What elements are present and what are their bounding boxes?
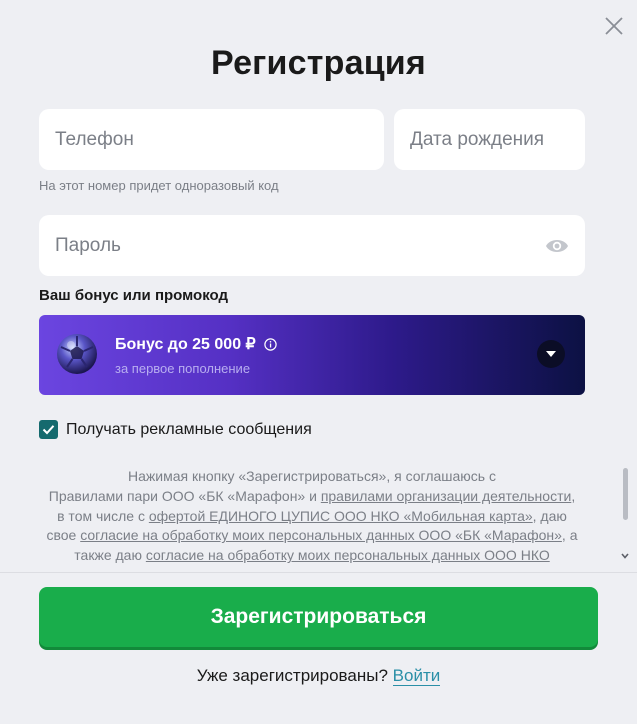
password-placeholder: Пароль — [55, 234, 121, 256]
terms-text-2: Правилами пари ООО «БК «Марафон» и — [48, 487, 321, 504]
terms-text-7: , а — [561, 527, 578, 544]
divider — [0, 572, 637, 573]
eye-icon[interactable] — [545, 237, 569, 255]
bonus-title: Бонус до 25 000 ₽ — [115, 334, 277, 354]
birthdate-placeholder: Дата рождения — [410, 128, 545, 150]
page-title: Регистрация — [211, 44, 426, 82]
login-prompt: Уже зарегистрированы? Войти — [0, 666, 637, 686]
scroll-down-icon[interactable] — [621, 552, 629, 560]
phone-input[interactable]: Телефон — [39, 109, 384, 170]
already-registered-text: Уже зарегистрированы? — [196, 666, 388, 685]
terms-scrollbar[interactable] — [621, 468, 629, 568]
terms-text-1: Нажимая кнопку «Зарегистрироваться», я с… — [128, 468, 496, 484]
terms-text-5: , даю — [532, 507, 567, 524]
bonus-dropdown-button[interactable] — [537, 340, 565, 368]
terms-text-8: также даю — [74, 547, 146, 564]
bonus-selector[interactable]: Бонус до 25 000 ₽ за первое пополнение — [39, 315, 585, 395]
close-icon[interactable] — [603, 15, 625, 37]
scroll-thumb[interactable] — [623, 468, 628, 520]
rules-link[interactable]: правилами организации деятельности — [321, 488, 572, 504]
bonus-title-text: Бонус до 25 000 ₽ — [115, 336, 256, 353]
checkmark-icon — [42, 425, 55, 435]
terms-text-6: свое — [46, 527, 81, 544]
bonus-heading: Ваш бонус или промокод — [39, 287, 228, 304]
register-button[interactable]: Зарегистрироваться — [39, 587, 598, 647]
birthdate-input[interactable]: Дата рождения — [394, 109, 585, 170]
bonus-subtitle: за первое пополнение — [115, 361, 251, 376]
info-icon[interactable] — [264, 337, 277, 351]
login-link[interactable]: Войти — [392, 666, 441, 686]
phone-placeholder: Телефон — [55, 128, 134, 150]
phone-hint: На этот номер придет одноразовый код — [39, 178, 279, 193]
chevron-down-icon — [546, 351, 556, 357]
terms-text-3: , — [571, 487, 576, 504]
consent-marathon-link[interactable]: согласие на обработку моих персональных … — [80, 527, 562, 543]
terms-text-4: в том числе с — [57, 507, 149, 524]
registration-modal: Регистрация Телефон Дата рождения На это… — [0, 0, 637, 724]
password-input[interactable]: Пароль — [39, 215, 585, 276]
consent-nko-link[interactable]: согласие на обработку моих персональных … — [146, 547, 550, 563]
marketing-checkbox-label[interactable]: Получать рекламные сообщения — [66, 421, 312, 439]
terms-text: Нажимая кнопку «Зарегистрироваться», я с… — [32, 467, 592, 566]
marketing-checkbox[interactable] — [39, 420, 58, 439]
offer-link[interactable]: офертой ЕДИНОГО ЦУПИС ООО НКО «Мобильная… — [149, 508, 533, 524]
soccer-ball-icon — [57, 334, 97, 374]
